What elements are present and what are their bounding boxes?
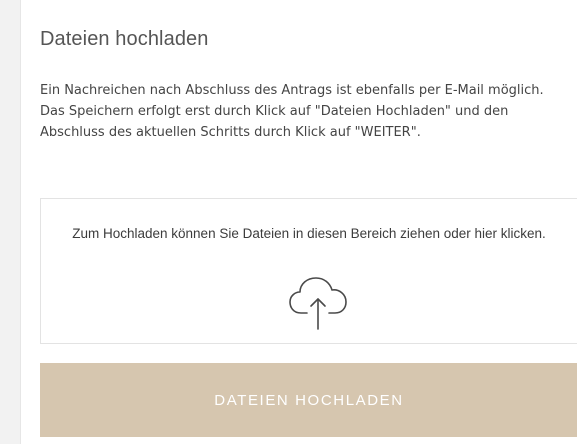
upload-files-button[interactable]: DATEIEN HOCHLADEN [40,363,577,437]
section-title: Dateien hochladen [40,28,209,50]
dropzone-instruction: Zum Hochladen können Sie Dateien in dies… [72,226,546,241]
upload-panel: Dateien hochladen Ein Nachreichen nach A… [20,0,577,444]
cloud-upload-icon [289,277,347,330]
upload-description: Ein Nachreichen nach Abschluss des Antra… [40,83,544,140]
file-dropzone[interactable]: Zum Hochladen können Sie Dateien in dies… [40,198,577,344]
